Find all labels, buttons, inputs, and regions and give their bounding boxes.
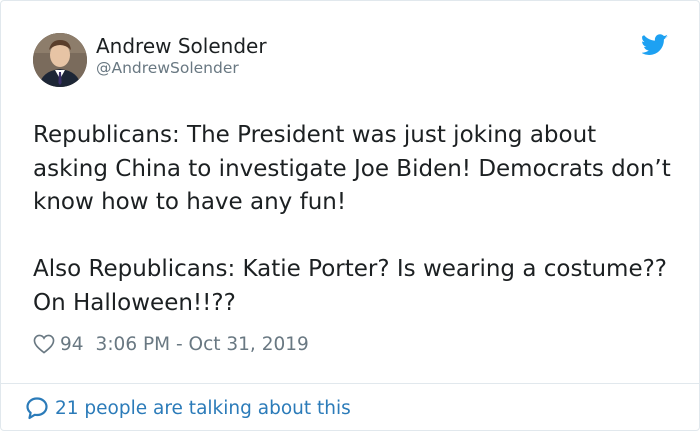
- conversation-label[interactable]: 21 people are talking about this: [55, 398, 351, 419]
- divider: [1, 383, 699, 384]
- avatar[interactable]: [33, 33, 87, 87]
- conversation-link[interactable]: 21 people are talking about this: [25, 395, 351, 421]
- speech-bubble-icon: [26, 397, 48, 420]
- author-handle[interactable]: @AndrewSolender: [96, 59, 239, 77]
- tweet-paragraph: Republicans: The President was just joki…: [33, 122, 671, 215]
- tweet-paragraph: Also Republicans: Katie Porter? Is weari…: [33, 256, 668, 316]
- author-name[interactable]: Andrew Solender: [96, 34, 267, 58]
- tweet-card[interactable]: Andrew Solender @AndrewSolender Republic…: [0, 0, 700, 431]
- like-count[interactable]: 94: [60, 334, 84, 355]
- twitter-bird-icon[interactable]: [642, 34, 668, 56]
- tweet-meta: 94 3:06 PM - Oct 31, 2019: [33, 331, 309, 357]
- tweet-text: Republicans: The President was just joki…: [33, 119, 673, 320]
- tweet-header: Andrew Solender @AndrewSolender: [33, 33, 673, 89]
- tweet-timestamp[interactable]: 3:06 PM - Oct 31, 2019: [96, 334, 309, 355]
- heart-icon[interactable]: [33, 334, 55, 354]
